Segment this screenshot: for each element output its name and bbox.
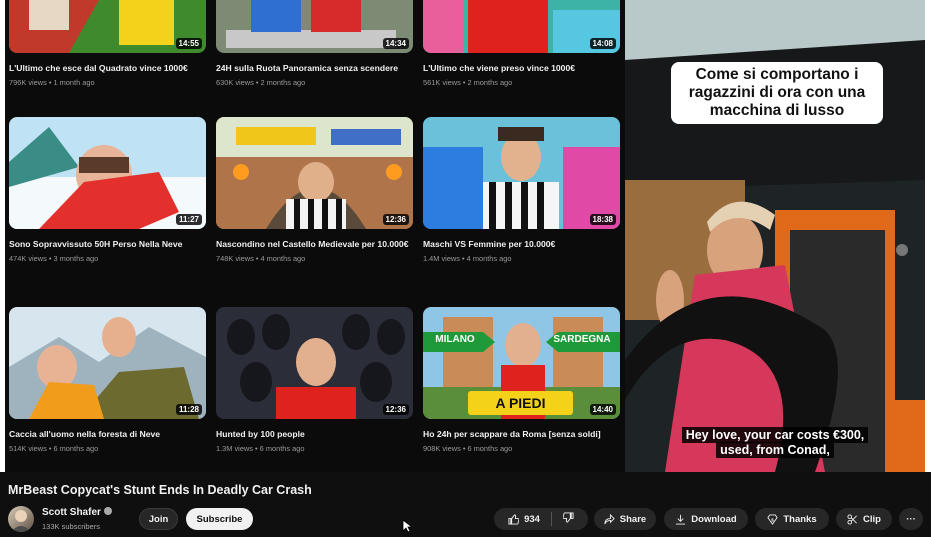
subscribe-label: Subscribe: [196, 513, 243, 525]
duration-badge: 14:40: [589, 404, 616, 415]
thumbs-up-icon: [508, 513, 520, 525]
avatar[interactable]: [8, 506, 34, 532]
clip-button[interactable]: Clip: [836, 508, 892, 530]
avatar-image: [11, 510, 31, 532]
clip-label: Clip: [863, 513, 881, 525]
download-label: Download: [691, 513, 737, 525]
video-title[interactable]: Sono Sopravvissuto 50H Perso Nella Neve: [9, 238, 206, 250]
thumbnail-image: [9, 117, 206, 229]
thumbnail-image: [9, 307, 206, 419]
join-label: Join: [148, 513, 169, 525]
dislike-button[interactable]: [562, 512, 574, 526]
video-meta: 748K views • 4 months ago: [216, 254, 306, 263]
subtitle-line-1: Hey love, your car costs €300,: [681, 427, 869, 443]
thumbs-down-icon: [562, 512, 574, 523]
video-title-main: MrBeast Copycat's Stunt Ends In Deadly C…: [8, 483, 312, 497]
video-title[interactable]: Maschi VS Femmine per 10.000€: [423, 238, 620, 250]
video-card[interactable]: 14:34 24H sulla Ruota Panoramica senza s…: [216, 0, 413, 87]
download-icon: [676, 514, 686, 525]
video-thumbnail[interactable]: 12:36: [216, 307, 413, 419]
video-meta: 908K views • 6 months ago: [423, 444, 513, 453]
thumbnail-image: [216, 307, 413, 419]
video-meta: 561K views • 2 months ago: [423, 78, 513, 87]
duration-badge: 12:36: [382, 404, 409, 415]
verified-icon: [103, 507, 112, 515]
more-icon: ···: [906, 513, 916, 525]
like-count: 934: [524, 513, 540, 525]
like-button[interactable]: 934: [508, 514, 540, 525]
share-label: Share: [619, 513, 647, 525]
video-title[interactable]: 24H sulla Ruota Panoramica senza scender…: [216, 62, 413, 74]
video-info-bar: MrBeast Copycat's Stunt Ends In Deadly C…: [0, 472, 931, 537]
share-icon: [604, 513, 615, 524]
video-title[interactable]: L'Ultimo che esce dal Quadrato vince 100…: [9, 62, 206, 74]
recommendation-grid: 14:55 L'Ultimo che esce dal Quadrato vin…: [5, 0, 623, 472]
share-button[interactable]: Share: [594, 508, 656, 530]
video-thumbnail[interactable]: 12:36: [216, 117, 413, 229]
video-title[interactable]: L'Ultimo che viene preso vince 1000€: [423, 62, 620, 74]
duration-badge: 12:36: [382, 214, 409, 225]
subscribe-button[interactable]: Subscribe: [186, 508, 253, 530]
short-caption-top: Come si comportano i ragazzini di ora co…: [671, 62, 883, 124]
clip-icon: [847, 513, 857, 525]
join-button[interactable]: Join: [139, 508, 178, 530]
video-meta: 474K views • 3 months ago: [9, 254, 99, 263]
duration-badge: 18:38: [589, 214, 616, 225]
video-title[interactable]: Hunted by 100 people: [216, 428, 413, 440]
duration-badge: 11:28: [175, 404, 202, 415]
video-thumbnail[interactable]: 14:34: [216, 0, 413, 53]
video-meta: 514K views • 6 months ago: [9, 444, 99, 453]
video-card[interactable]: 11:28 Caccia all'uomo nella foresta di N…: [9, 307, 206, 453]
video-meta: 796K views • 1 month ago: [9, 78, 95, 87]
thumbnail-text-sardegna: SARDEGNA: [553, 334, 611, 345]
video-card[interactable]: MILANO SARDEGNA A PIEDI 14:40 Ho 24h per…: [423, 307, 620, 453]
like-separator: [550, 512, 552, 526]
duration-badge: 11:27: [175, 214, 202, 225]
channel-name[interactable]: Scott Shafer: [42, 507, 101, 518]
more-button[interactable]: ···: [899, 508, 923, 530]
video-thumbnail[interactable]: 14:08: [423, 0, 620, 53]
cursor-icon: [402, 519, 412, 533]
video-thumbnail[interactable]: MILANO SARDEGNA A PIEDI 14:40: [423, 307, 620, 419]
video-meta: 1.3M views • 6 months ago: [216, 444, 305, 453]
video-player[interactable]: 14:55 L'Ultimo che esce dal Quadrato vin…: [5, 0, 925, 472]
video-card[interactable]: 18:38 Maschi VS Femmine per 10.000€ 1.4M…: [423, 117, 620, 263]
video-title[interactable]: Nascondino nel Castello Medievale per 10…: [216, 238, 413, 250]
video-thumbnail[interactable]: 11:27: [9, 117, 206, 229]
video-card[interactable]: 12:36 Hunted by 100 people 1.3M views • …: [216, 307, 413, 453]
video-card[interactable]: 12:36 Nascondino nel Castello Medievale …: [216, 117, 413, 263]
thumbnail-image: [216, 117, 413, 229]
video-meta: 630K views • 2 months ago: [216, 78, 306, 87]
channel-name-row[interactable]: Scott Shafer: [42, 507, 112, 518]
screenshot-frame: 14:55 L'Ultimo che esce dal Quadrato vin…: [0, 0, 931, 537]
video-thumbnail[interactable]: 14:55: [9, 0, 206, 53]
video-title[interactable]: Caccia all'uomo nella foresta di Neve: [9, 428, 206, 440]
thumbnail-image: [423, 117, 620, 229]
thumbnail-text-a-piedi: A PIEDI: [495, 395, 546, 411]
duration-badge: 14:55: [175, 38, 202, 49]
thumbnail-text-milano: MILANO: [435, 334, 475, 345]
video-thumbnail[interactable]: 11:28: [9, 307, 206, 419]
duration-badge: 14:08: [589, 38, 616, 49]
video-meta: 1.4M views • 4 months ago: [423, 254, 512, 263]
thanks-button[interactable]: $ Thanks: [755, 508, 829, 530]
duration-badge: 14:34: [382, 38, 409, 49]
video-thumbnail[interactable]: 18:38: [423, 117, 620, 229]
subscriber-count: 133K subscribers: [42, 522, 100, 531]
subtitle-line-2: used, from Conad,: [716, 442, 834, 458]
download-button[interactable]: Download: [664, 508, 748, 530]
video-card[interactable]: 11:27 Sono Sopravvissuto 50H Perso Nella…: [9, 117, 206, 263]
short-subtitle: Hey love, your car costs €300, used, fro…: [655, 427, 895, 458]
video-card[interactable]: 14:08 L'Ultimo che viene preso vince 100…: [423, 0, 620, 87]
video-card[interactable]: 14:55 L'Ultimo che esce dal Quadrato vin…: [9, 0, 206, 87]
thanks-icon: $: [767, 513, 778, 525]
short-video-panel: Come si comportano i ragazzini di ora co…: [625, 0, 925, 472]
video-title[interactable]: Ho 24h per scappare da Roma [senza soldi…: [423, 428, 620, 440]
like-dislike-group: 934: [494, 508, 588, 530]
thanks-label: Thanks: [783, 513, 817, 525]
